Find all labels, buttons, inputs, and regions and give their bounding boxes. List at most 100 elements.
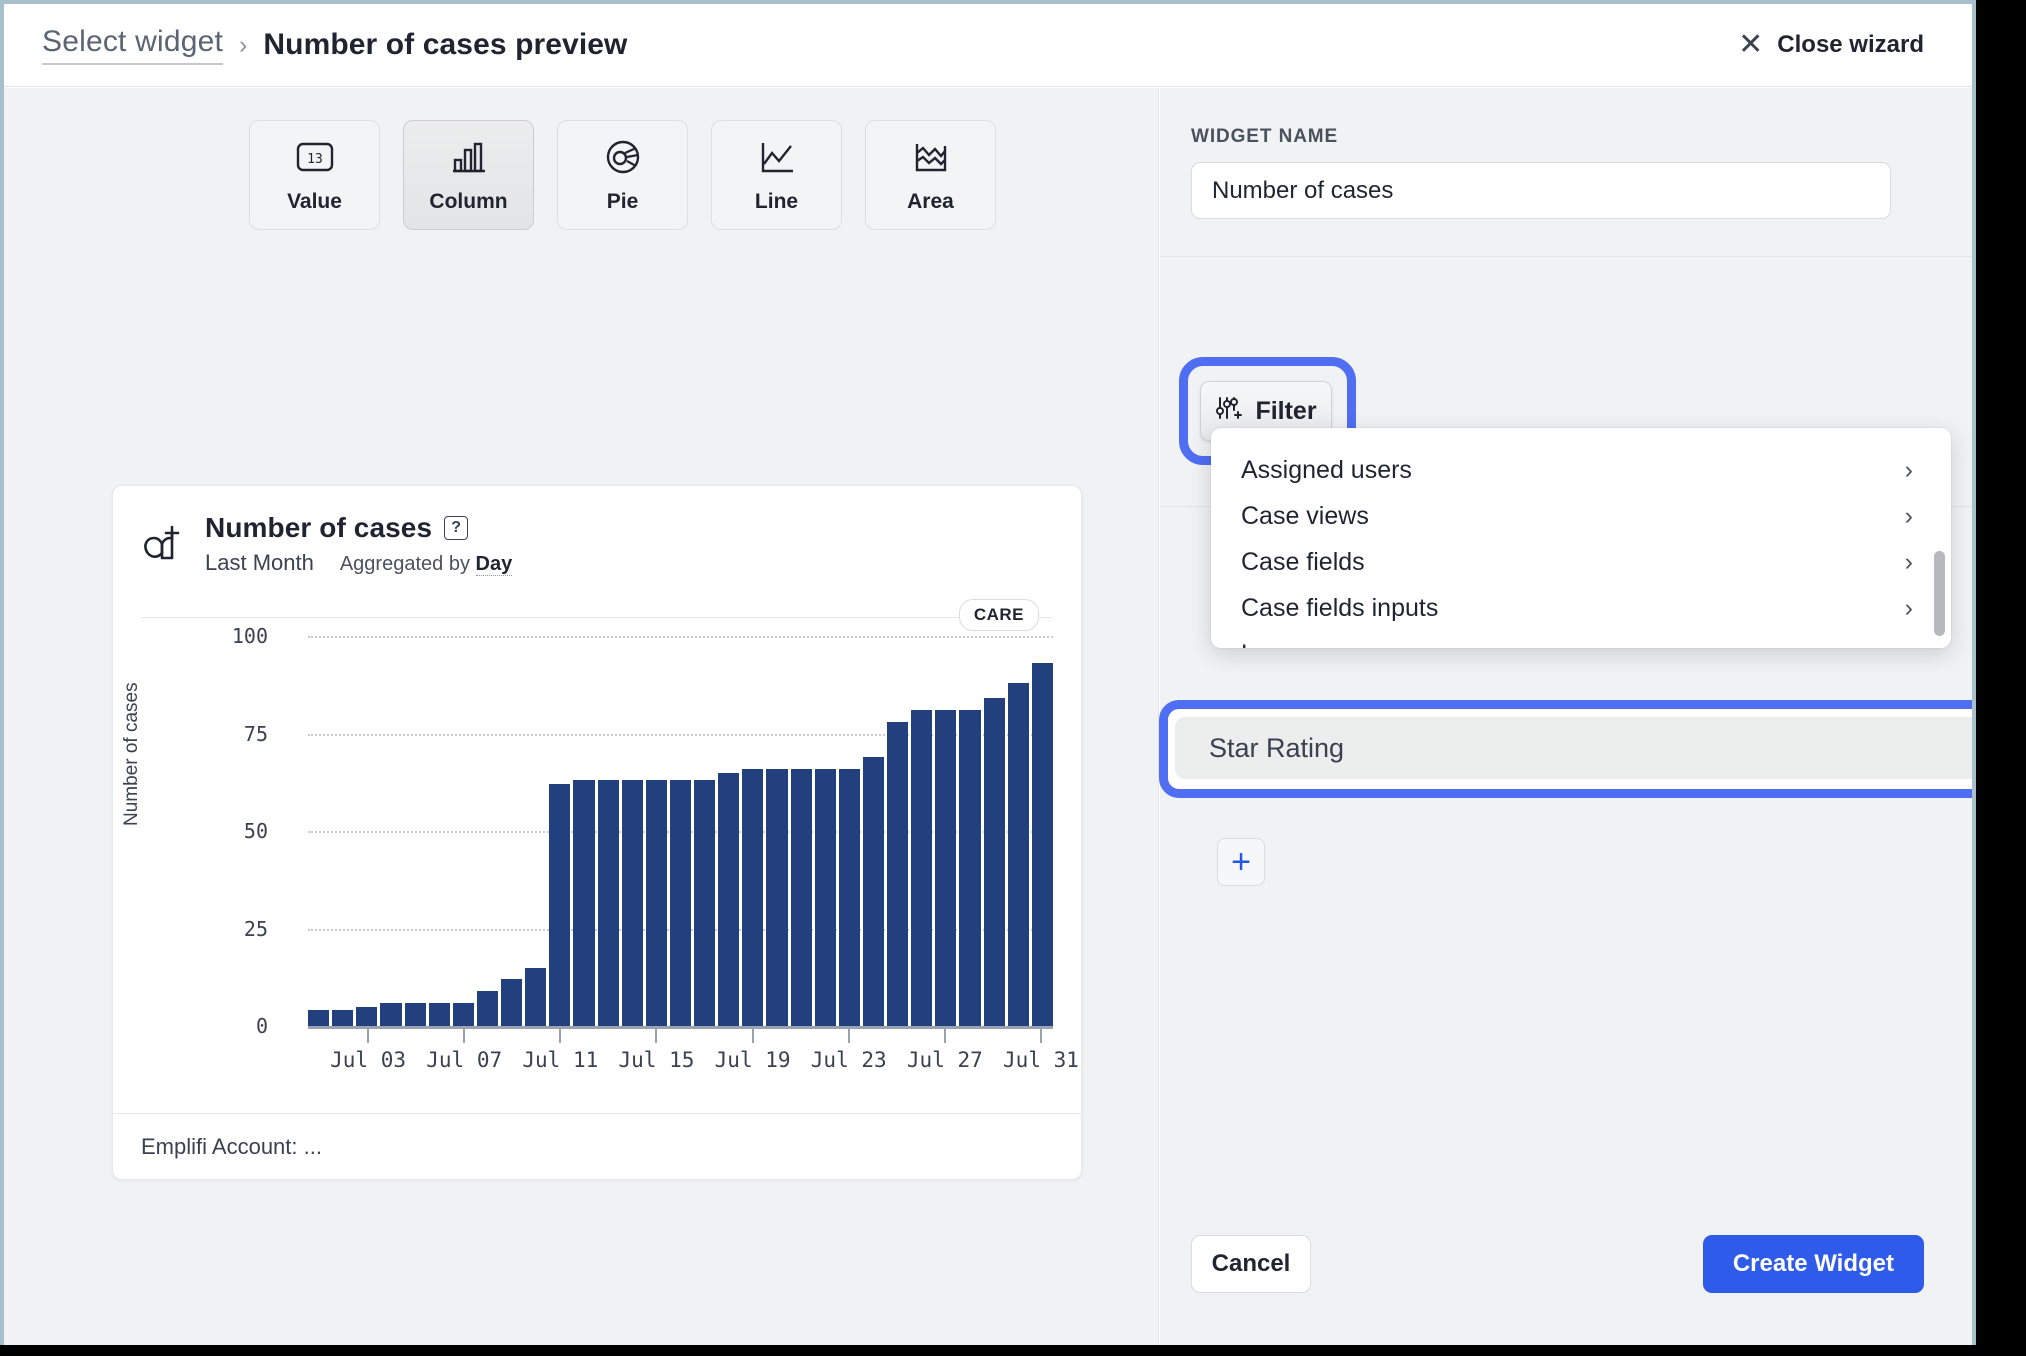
filter-menu-item-label: Case views xyxy=(1241,501,1369,530)
bar[interactable] xyxy=(645,780,667,1026)
filter-menu-item[interactable]: Assigned users › xyxy=(1211,448,1951,492)
add-case-icon xyxy=(141,512,187,564)
bar[interactable] xyxy=(911,710,933,1026)
preview-period-label: Last Month xyxy=(205,550,314,575)
widget-name-input[interactable] xyxy=(1191,162,1891,219)
widget-type-pie[interactable]: Pie xyxy=(557,120,688,230)
add-filter-button[interactable]: + xyxy=(1217,838,1265,886)
filter-menu-item-label: Case fields inputs xyxy=(1241,593,1439,622)
bar[interactable] xyxy=(501,979,523,1026)
x-tick-mark xyxy=(751,1029,754,1043)
filter-dropdown-menu: Assigned users › Case views › Case fields › Ca… xyxy=(1211,428,1951,648)
breadcrumb-separator-icon: › xyxy=(239,30,248,59)
bar[interactable] xyxy=(669,780,691,1026)
widget-type-value[interactable]: 13 Value xyxy=(249,120,380,230)
x-tick-label: Jul 03 xyxy=(330,1048,407,1072)
close-wizard-label: Close wizard xyxy=(1777,31,1924,58)
widget-type-area[interactable]: Area xyxy=(865,120,996,230)
breadcrumb-select-widget[interactable]: Select widget xyxy=(42,25,224,65)
cancel-button[interactable]: Cancel xyxy=(1191,1235,1311,1293)
close-wizard-button[interactable]: ✕ Close wizard xyxy=(1738,30,1924,60)
bar[interactable] xyxy=(597,780,619,1026)
breadcrumb: Select widget › Number of cases preview xyxy=(4,25,628,65)
menu-scrollbar-thumb[interactable] xyxy=(1934,551,1945,636)
bar[interactable] xyxy=(428,1002,450,1026)
widget-wizard-window: Select widget › Number of cases preview … xyxy=(0,0,1976,1345)
preview-footer-label: Emplifi Account: ... xyxy=(141,1133,322,1159)
bar[interactable] xyxy=(694,780,716,1026)
widget-type-column-label: Column xyxy=(429,190,508,213)
bar[interactable] xyxy=(404,1002,426,1026)
bar[interactable] xyxy=(356,1006,378,1026)
bar[interactable] xyxy=(814,768,836,1026)
y-tick-label: 75 xyxy=(243,721,268,746)
bar[interactable] xyxy=(380,1002,402,1026)
plot-area xyxy=(308,636,1053,1026)
sliders-plus-icon xyxy=(1215,394,1245,429)
bar[interactable] xyxy=(525,967,547,1026)
x-tick-label: Jul 31 xyxy=(1003,1048,1079,1072)
bar[interactable] xyxy=(573,780,595,1026)
filter-menu-item-star-rating[interactable]: Star Rating › xyxy=(1175,717,1972,779)
bar[interactable] xyxy=(476,990,498,1026)
help-icon[interactable]: ? xyxy=(444,516,469,540)
status-badge: CARE xyxy=(958,599,1039,631)
bar[interactable] xyxy=(766,768,788,1026)
bar[interactable] xyxy=(332,1010,354,1026)
x-tick-mark xyxy=(367,1029,370,1043)
bar[interactable] xyxy=(452,1002,474,1026)
x-tick-label: Jul 07 xyxy=(426,1048,503,1072)
bar[interactable] xyxy=(983,698,1005,1026)
wizard-header: Select widget › Number of cases preview … xyxy=(4,4,1972,87)
filter-menu-item[interactable]: Case views › xyxy=(1211,494,1951,538)
bar[interactable] xyxy=(887,721,909,1026)
preview-pane: 13 Value Column Pie Line Area Number of … xyxy=(4,88,1159,1345)
x-axis-tick-marks xyxy=(308,1029,1053,1043)
filter-menu-item[interactable]: Case fields › xyxy=(1211,540,1951,584)
chevron-right-icon: › xyxy=(1905,640,1913,649)
y-tick-label: 0 xyxy=(255,1014,268,1038)
widget-preview-card: Number of cases ? Last Month Aggregated … xyxy=(112,485,1082,1180)
widget-type-selector: 13 Value Column Pie Line Area xyxy=(249,120,996,230)
x-tick-label: Jul 23 xyxy=(810,1048,887,1072)
bar[interactable] xyxy=(308,1010,330,1026)
create-widget-button[interactable]: Create Widget xyxy=(1702,1235,1924,1293)
bar-chart: Number of cases 0 25 50 75 100 Jul 03 Jul 07 J… xyxy=(113,624,1081,1136)
preview-card-footer: Emplifi Account: ... xyxy=(113,1113,1081,1179)
star-rating-label: Star Rating xyxy=(1209,732,1345,763)
bar[interactable] xyxy=(718,772,740,1026)
widget-type-area-label: Area xyxy=(907,190,954,213)
y-axis-ticks: 0 25 50 75 100 xyxy=(208,624,268,1038)
bar[interactable] xyxy=(935,710,957,1026)
x-tick-mark xyxy=(1039,1029,1042,1043)
x-tick-mark xyxy=(559,1029,562,1043)
chevron-right-icon: › xyxy=(1904,501,1913,530)
bar[interactable] xyxy=(790,768,812,1026)
filter-menu-item-label: Assigned users xyxy=(1241,455,1412,484)
bar[interactable] xyxy=(959,710,981,1026)
settings-pane: WIDGET NAME Filter Assigned users›Case v… xyxy=(1159,88,1972,1345)
x-tick-mark xyxy=(463,1029,466,1043)
bar[interactable] xyxy=(549,784,571,1026)
widget-type-line-label: Line xyxy=(754,190,799,213)
bar[interactable] xyxy=(862,756,884,1026)
filter-menu-item[interactable]: Languages › xyxy=(1211,632,1951,649)
preview-card-title: Number of cases xyxy=(205,512,433,543)
svg-text:13: 13 xyxy=(307,152,323,167)
bar[interactable] xyxy=(742,768,764,1026)
settings-divider-1 xyxy=(1160,256,1972,257)
filter-button-label: Filter xyxy=(1255,396,1317,425)
close-x-icon: ✕ xyxy=(1738,28,1764,61)
filter-menu-item[interactable]: Case fields inputs › xyxy=(1211,586,1951,630)
bar[interactable] xyxy=(1007,682,1029,1026)
filter-menu-item-label: Languages xyxy=(1241,640,1365,649)
y-tick-label: 50 xyxy=(243,819,268,843)
x-tick-label: Jul 11 xyxy=(522,1048,599,1072)
widget-type-line[interactable]: Line xyxy=(711,120,842,230)
filter-menu-item-label: Case fields xyxy=(1241,547,1365,576)
bar[interactable] xyxy=(621,780,643,1026)
aggregation-value[interactable]: Day xyxy=(475,553,513,576)
bar[interactable] xyxy=(838,768,860,1026)
bar[interactable] xyxy=(1031,663,1053,1026)
widget-type-column[interactable]: Column xyxy=(403,120,534,230)
